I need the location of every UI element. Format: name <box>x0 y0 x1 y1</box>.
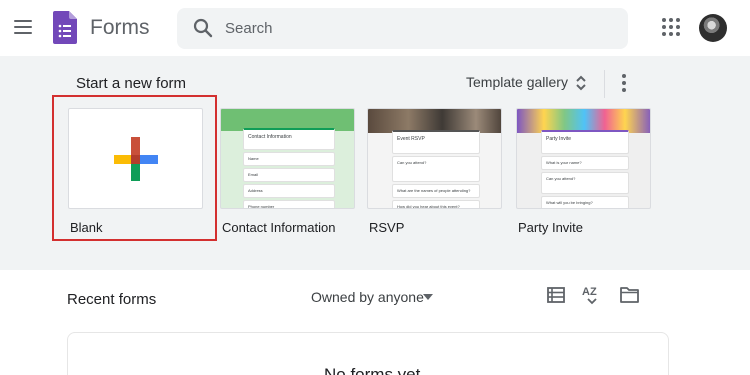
mini-field: How did you hear about this event? <box>397 204 460 209</box>
recent-forms-title: Recent forms <box>67 291 157 308</box>
account-avatar[interactable] <box>699 14 727 42</box>
template-thumbnail[interactable]: Event RSVP Can you attend? What are the … <box>367 108 502 209</box>
mini-field: Can you attend? <box>397 160 427 165</box>
main-menu-button[interactable] <box>12 16 34 38</box>
mini-field: What is your name? <box>546 160 582 165</box>
mini-card: Contact Information <box>243 128 335 150</box>
template-section: Start a new form Template gallery Blank … <box>0 56 750 270</box>
recent-forms-section: Recent forms Owned by anyone AZ No forms… <box>0 270 750 375</box>
mini-card: Can you attend? <box>392 156 480 182</box>
mini-card: Can you attend? <box>541 172 629 194</box>
empty-state-text: No forms yet <box>324 365 421 375</box>
template-label: Contact Information <box>222 220 336 235</box>
recent-forms-list: No forms yet <box>67 332 669 375</box>
mini-field: Address <box>248 188 263 193</box>
mini-field: What are the names of people attending? <box>397 188 471 193</box>
template-gallery-button[interactable]: Template gallery <box>466 74 568 90</box>
unfold-more-icon[interactable] <box>574 73 588 93</box>
sort-az-icon[interactable]: AZ <box>582 284 602 306</box>
mini-card: What is your name? <box>541 156 629 170</box>
template-label: RSVP <box>369 220 405 235</box>
forms-logo-icon[interactable] <box>53 11 77 44</box>
template-label: Blank <box>70 220 103 235</box>
mini-card: Phone number <box>243 200 335 209</box>
mini-card: How did you hear about this event? <box>392 200 480 209</box>
mini-card: Party Invite <box>541 130 629 154</box>
template-thumbnail[interactable]: Contact Information Name Email Address P… <box>220 108 355 209</box>
search-input[interactable] <box>225 8 615 49</box>
template-thumbnail[interactable] <box>68 108 203 209</box>
template-thumbnail[interactable]: Party Invite What is your name? Can you … <box>516 108 651 209</box>
mini-field: Can you attend? <box>546 176 576 181</box>
mini-heading: Event RSVP <box>397 136 425 142</box>
mini-field: Email <box>248 172 259 177</box>
list-view-icon[interactable] <box>547 287 565 303</box>
app-header: Forms <box>0 0 750 56</box>
google-apps-icon[interactable] <box>662 18 680 36</box>
mini-card: Event RSVP <box>392 130 480 154</box>
arrow-drop-down-icon[interactable] <box>423 294 433 300</box>
mini-field: Name <box>248 156 259 161</box>
mini-card: Email <box>243 168 335 182</box>
folder-icon[interactable] <box>620 286 639 303</box>
toolbar-divider <box>604 70 605 98</box>
mini-field: What will you be bringing? <box>546 200 593 205</box>
mini-heading: Party Invite <box>546 136 572 142</box>
owner-filter-dropdown[interactable]: Owned by anyone <box>311 289 424 305</box>
mini-field: Phone number <box>248 204 275 209</box>
plus-icon <box>114 137 158 181</box>
mini-card: What will you be bringing? <box>541 196 629 208</box>
more-vert-icon[interactable] <box>616 73 632 93</box>
sort-label: AZ <box>582 286 597 298</box>
mini-heading: Contact Information <box>248 134 292 140</box>
section-title: Start a new form <box>76 75 187 92</box>
app-title[interactable]: Forms <box>90 16 150 40</box>
mini-card: What are the names of people attending? <box>392 184 480 198</box>
mini-card: Name <box>243 152 335 166</box>
search-icon[interactable] <box>193 18 213 38</box>
search-bar[interactable] <box>177 8 628 49</box>
mini-card: Address <box>243 184 335 198</box>
template-label: Party Invite <box>518 220 584 235</box>
